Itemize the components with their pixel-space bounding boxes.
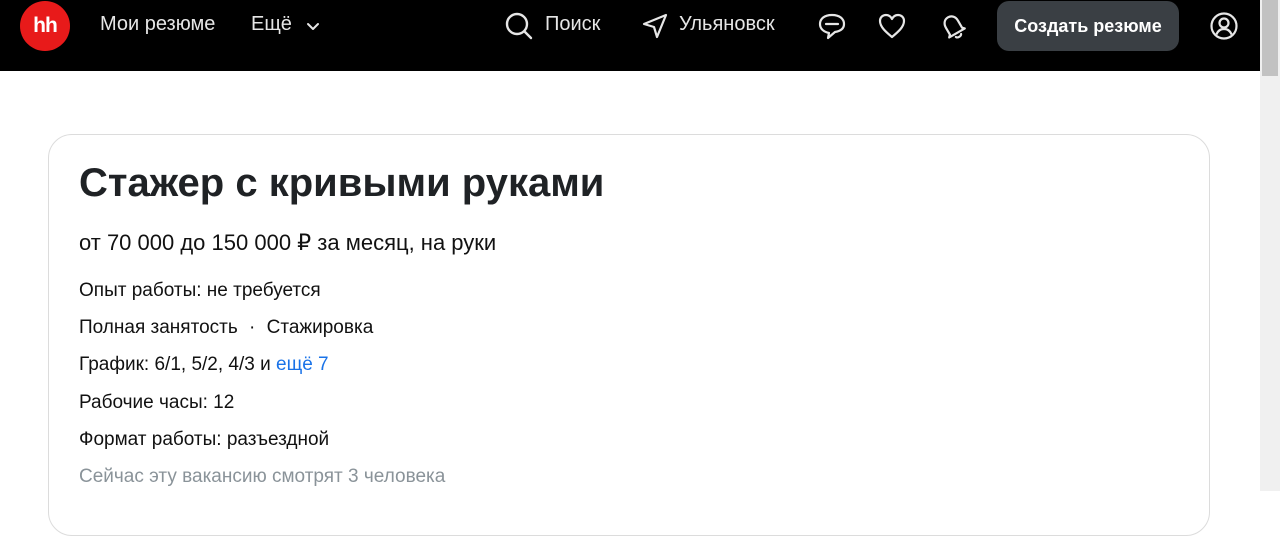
- employment-full-label: Полная занятость: [79, 317, 238, 338]
- user-icon[interactable]: [1208, 10, 1240, 42]
- location-link[interactable]: Ульяновск: [679, 13, 775, 36]
- experience-info: Опыт работы: не требуется: [79, 280, 321, 301]
- chat-icon[interactable]: [816, 10, 848, 42]
- location-arrow-icon[interactable]: [640, 11, 670, 41]
- employment-internship-label: Стажировка: [266, 317, 374, 338]
- employment-info: Полная занятость · Стажировка: [79, 317, 373, 339]
- top-navigation-bar: hh Мои резюме Ещё Поиск Ульяновск Создат…: [0, 0, 1260, 71]
- schedule-info: График: 6/1, 5/2, 4/3 и ещё 7: [79, 354, 329, 376]
- current-viewers-info: Сейчас эту вакансию смотрят 3 человека: [79, 466, 446, 487]
- heart-icon[interactable]: [876, 10, 908, 42]
- work-format-info: Формат работы: разъездной: [79, 429, 330, 450]
- my-resumes-link[interactable]: Мои резюме: [100, 13, 215, 36]
- hh-logo[interactable]: hh: [20, 1, 70, 51]
- search-link[interactable]: Поиск: [545, 13, 600, 36]
- more-menu-link[interactable]: Ещё: [251, 13, 292, 36]
- create-resume-button[interactable]: Создать резюме: [997, 1, 1179, 51]
- page-scrollbar-thumb[interactable]: [1262, 0, 1278, 76]
- working-hours-info: Рабочие часы: 12: [79, 392, 235, 413]
- employment-separator: ·: [249, 317, 256, 338]
- bell-icon[interactable]: [937, 10, 969, 42]
- search-icon[interactable]: [504, 11, 534, 41]
- vacancy-title: Стажер с кривыми руками: [79, 161, 605, 205]
- vacancy-salary: от 70 000 до 150 000 ₽ за месяц, на руки: [79, 230, 497, 255]
- schedule-text: График: 6/1, 5/2, 4/3 и: [79, 354, 276, 375]
- chevron-down-icon[interactable]: [306, 19, 320, 33]
- schedule-more-link[interactable]: ещё 7: [276, 354, 329, 375]
